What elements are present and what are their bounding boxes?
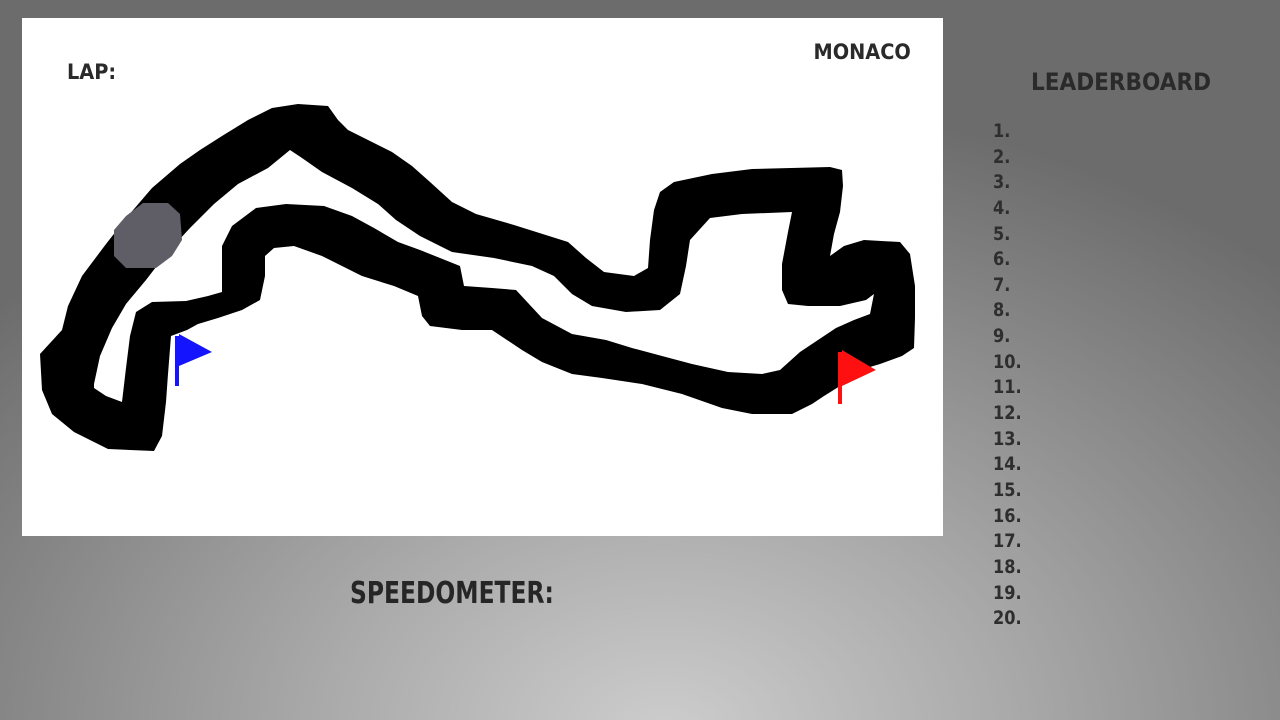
- leaderboard-row: 15.: [993, 478, 1022, 501]
- track-map-panel: LAP: MONACO: [22, 18, 943, 536]
- leaderboard-row: 1.: [993, 120, 1011, 142]
- leaderboard-row: 16.: [993, 504, 1022, 527]
- leaderboard-row: 4.: [993, 196, 1011, 219]
- speedometer-label: SPEEDOMETER:: [350, 576, 554, 611]
- leaderboard-row: 12.: [993, 402, 1022, 425]
- leaderboard-row: 8.: [993, 299, 1011, 322]
- lap-counter-label: LAP:: [67, 60, 117, 84]
- leaderboard-row: 6.: [993, 248, 1011, 271]
- leaderboard-row: 19.: [993, 581, 1022, 604]
- leaderboard-row: 18.: [993, 555, 1022, 578]
- leaderboard-row: 14.: [993, 453, 1022, 476]
- leaderboard-row: 13.: [993, 427, 1022, 450]
- leaderboard-row: 5.: [993, 222, 1011, 245]
- pit-area: [114, 203, 182, 268]
- leaderboard-row: 3.: [993, 171, 1011, 194]
- leaderboard-row: 17.: [993, 530, 1022, 553]
- start-flag-icon: [175, 334, 212, 386]
- leaderboard-row: 10.: [993, 350, 1022, 373]
- leaderboard-row: 7.: [993, 273, 1011, 296]
- leaderboard-row: 9.: [993, 325, 1011, 348]
- leaderboard-row: 2.: [993, 145, 1011, 168]
- leaderboard-row: 11.: [993, 376, 1022, 399]
- race-track-outline: [40, 104, 915, 451]
- leaderboard-list: 1. 2. 3. 4. 5. 6. 7. 8. 9. 10. 11. 12. 13. 14. 15. 16. 1…: [993, 119, 1027, 632]
- track-map: [40, 104, 915, 451]
- track-name: MONACO: [813, 40, 911, 64]
- leaderboard-row: 20.: [993, 607, 1022, 630]
- leaderboard-title: LEADERBOARD: [1031, 68, 1212, 96]
